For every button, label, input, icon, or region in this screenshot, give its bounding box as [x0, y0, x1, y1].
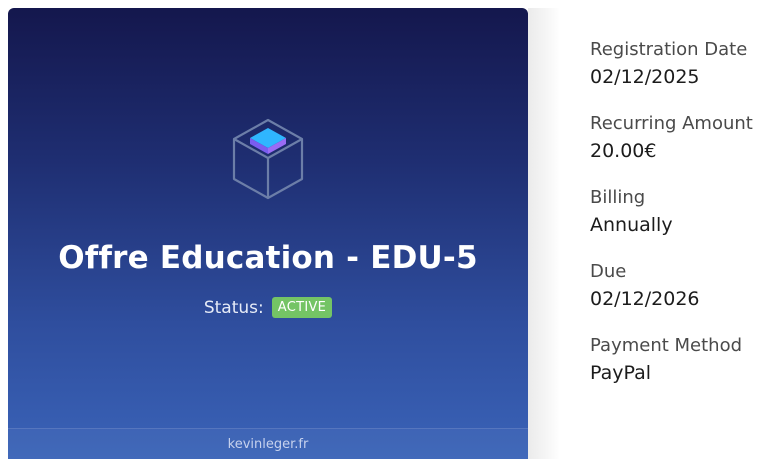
detail-label: Registration Date	[590, 39, 748, 60]
box-icon	[232, 118, 304, 200]
detail-value: Annually	[590, 214, 673, 236]
product-card: Offre Education - EDU-5 Status: ACTIVE k…	[8, 8, 528, 459]
panel-divider	[528, 8, 560, 459]
card-footer: kevinleger.fr	[8, 428, 528, 459]
detail-label: Billing	[590, 187, 646, 208]
service-details-page: Offre Education - EDU-5 Status: ACTIVE k…	[0, 0, 763, 459]
details-panel: Registration Date 02/12/2025 Recurring A…	[590, 38, 763, 408]
detail-value: 02/12/2026	[590, 288, 700, 310]
detail-label: Payment Method	[590, 335, 743, 356]
status-badge: ACTIVE	[271, 297, 333, 318]
footer-link[interactable]: kevinleger.fr	[228, 437, 309, 452]
product-title: Offre Education - EDU-5	[58, 240, 478, 276]
status-label: Status:	[203, 297, 264, 318]
detail-label: Due	[590, 261, 627, 282]
detail-value: 02/12/2025	[590, 66, 700, 88]
detail-payment-method: Payment Method PayPal	[590, 334, 763, 388]
detail-registration-date: Registration Date 02/12/2025	[590, 38, 763, 92]
detail-due: Due 02/12/2026	[590, 260, 763, 314]
detail-value: PayPal	[590, 362, 652, 384]
status-row: Status: ACTIVE	[8, 297, 528, 318]
detail-billing: Billing Annually	[590, 186, 763, 240]
detail-recurring-amount: Recurring Amount 20.00€	[590, 112, 763, 166]
detail-label: Recurring Amount	[590, 113, 753, 134]
detail-value: 20.00€	[590, 140, 657, 162]
